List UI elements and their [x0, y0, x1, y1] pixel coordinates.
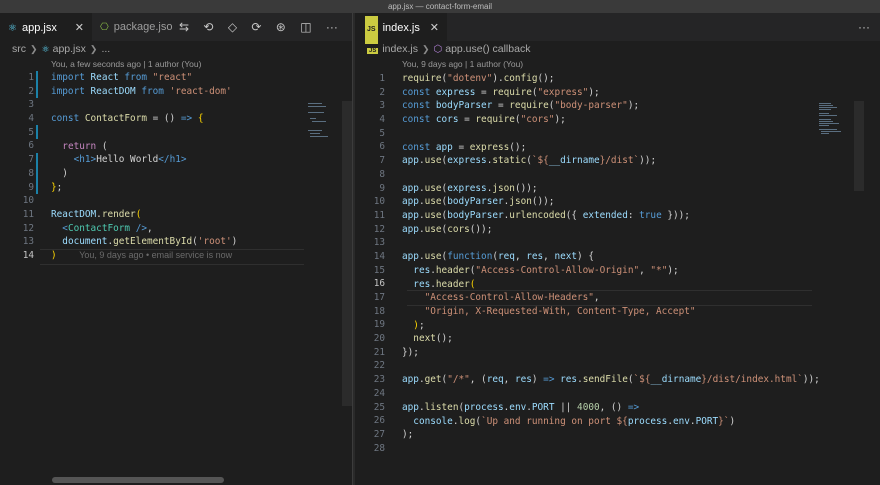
- react-icon: ⚛: [41, 44, 50, 54]
- editor-pane-right: JS index.js ✕ ··· JS index.js ❯ ⬡ app.use() c…: [355, 13, 880, 485]
- line-number: 15: [373, 264, 385, 276]
- diff-prev-icon[interactable]: ◇: [228, 13, 237, 41]
- line-number: 3: [28, 99, 34, 111]
- codelens-blame[interactable]: You, a few seconds ago | 1 author (You): [51, 59, 201, 69]
- close-icon[interactable]: ✕: [430, 14, 439, 42]
- tab-bar-left: ⚛ app.jsx ✕ ⎔ package.jso ⇆ ⟲ ◇ ⟳ ⊛ ◫ ···: [0, 13, 352, 41]
- window-titlebar: app.jsx — contact-form-email: [0, 0, 880, 13]
- git-change-marker: [36, 125, 38, 139]
- line-number: 8: [379, 168, 385, 180]
- code-editor-right[interactable]: You, 9 days ago | 1 author (You) 1 2 3 4…: [355, 57, 880, 485]
- editor-actions-right: ···: [847, 13, 870, 41]
- line-number: 16: [373, 278, 385, 290]
- line-number: 27: [373, 428, 385, 440]
- split-editor-icon[interactable]: ◫: [300, 13, 311, 41]
- line-number: 1: [28, 72, 34, 83]
- line-number: 13: [373, 237, 385, 249]
- horizontal-scrollbar[interactable]: [52, 477, 224, 483]
- line-number: 11: [22, 208, 34, 220]
- line-number: 5: [28, 126, 34, 138]
- breadcrumb: JS index.js ❯ ⬡ app.use() callback: [355, 41, 880, 57]
- vertical-scrollbar[interactable]: [342, 101, 352, 406]
- git-graph-icon[interactable]: ⊛: [276, 13, 286, 41]
- line-number: 25: [373, 401, 385, 413]
- git-change-marker: [36, 71, 38, 98]
- window-title: app.jsx — contact-form-email: [387, 2, 493, 11]
- breadcrumb-item[interactable]: ...: [101, 43, 110, 55]
- chevron-right-icon: ❯: [421, 44, 430, 54]
- line-number: 10: [22, 195, 34, 207]
- line-number: 19: [373, 319, 385, 331]
- line-number: 9: [28, 181, 34, 193]
- code-editor-left[interactable]: You, a few seconds ago | 1 author (You) …: [0, 57, 352, 485]
- line-number: 12: [373, 223, 385, 235]
- ellipsis-icon[interactable]: ···: [326, 13, 338, 41]
- line-number: 5: [379, 127, 385, 139]
- code-content: import React from "react" import ReactDO…: [51, 72, 238, 262]
- code-content: require("dotenv").config(); const expres…: [402, 73, 820, 441]
- line-number: 11: [373, 209, 385, 221]
- line-number: 28: [373, 442, 385, 454]
- line-number: 8: [28, 167, 34, 179]
- git-compare-icon[interactable]: ⇆: [179, 13, 189, 41]
- line-number: 12: [22, 222, 34, 234]
- tab-label: index.js: [382, 22, 420, 34]
- line-number: 1: [379, 73, 385, 84]
- tab-bar-right: JS index.js ✕ ···: [355, 13, 880, 44]
- json-icon: ⎔: [100, 22, 109, 33]
- line-number: 24: [373, 387, 385, 399]
- breadcrumb-item[interactable]: app.jsx: [53, 43, 86, 55]
- line-number: 4: [379, 114, 385, 126]
- close-icon[interactable]: ✕: [75, 14, 84, 42]
- line-number: 10: [373, 196, 385, 208]
- line-number: 20: [373, 333, 385, 345]
- js-icon: JS: [367, 48, 379, 54]
- line-number: 17: [373, 292, 385, 303]
- chevron-right-icon: ❯: [30, 44, 38, 54]
- tab-index-js[interactable]: JS index.js ✕: [355, 13, 447, 44]
- line-number: 2: [379, 86, 385, 98]
- tab-package-json[interactable]: ⎔ package.jso: [92, 13, 172, 41]
- inline-blame[interactable]: You, 9 days ago • email service is now: [79, 250, 232, 260]
- line-number: 18: [373, 305, 385, 317]
- line-number: 9: [379, 182, 385, 194]
- go-forward-icon[interactable]: ⟳: [251, 13, 261, 41]
- line-number: 3: [379, 100, 385, 112]
- line-number: 21: [373, 346, 385, 358]
- line-number: 22: [373, 360, 385, 372]
- line-number: 6: [379, 141, 385, 153]
- go-back-icon[interactable]: ⟲: [203, 13, 213, 41]
- minimap[interactable]: [817, 101, 849, 161]
- line-number: 6: [28, 140, 34, 152]
- tab-label: app.jsx: [21, 22, 57, 34]
- editor-actions-left: ⇆ ⟲ ◇ ⟳ ⊛ ◫ ···: [168, 13, 338, 41]
- line-number: 4: [28, 113, 34, 125]
- line-number-gutter: 1 2 3 4 5 6 7 8 9 10 11 12 13 14 15 16 1…: [355, 72, 385, 455]
- breadcrumb-item[interactable]: index.js: [382, 43, 418, 55]
- breadcrumb-item[interactable]: app.use() callback: [445, 43, 530, 55]
- codelens-blame[interactable]: You, 9 days ago | 1 author (You): [402, 59, 523, 69]
- chevron-right-icon: ❯: [89, 44, 98, 54]
- ellipsis-icon[interactable]: ···: [858, 13, 870, 41]
- tab-label: package.jso: [113, 21, 172, 33]
- line-number: 26: [373, 415, 385, 427]
- line-number: 7: [379, 155, 385, 167]
- js-icon: JS: [365, 16, 378, 44]
- line-number: 23: [373, 374, 385, 386]
- method-icon: ⬡: [433, 44, 443, 55]
- breadcrumb: src ❯ ⚛ app.jsx ❯...: [0, 41, 352, 57]
- line-number: 2: [28, 85, 34, 97]
- tab-app-jsx[interactable]: ⚛ app.jsx ✕: [0, 13, 92, 41]
- minimap[interactable]: [306, 101, 338, 161]
- line-number: 13: [22, 236, 34, 248]
- line-number: 14: [373, 250, 385, 262]
- editor-pane-left: ⚛ app.jsx ✕ ⎔ package.jso ⇆ ⟲ ◇ ⟳ ⊛ ◫ ··· …: [0, 13, 352, 485]
- line-number: 14: [22, 249, 34, 261]
- line-number-gutter: 1 2 3 4 5 6 7 8 9 10 11 12 13 14: [0, 71, 34, 263]
- git-change-marker: [36, 153, 38, 194]
- breadcrumb-item[interactable]: src: [12, 43, 26, 55]
- react-icon: ⚛: [8, 23, 17, 34]
- line-number: 7: [28, 154, 34, 166]
- vertical-scrollbar[interactable]: [854, 101, 864, 191]
